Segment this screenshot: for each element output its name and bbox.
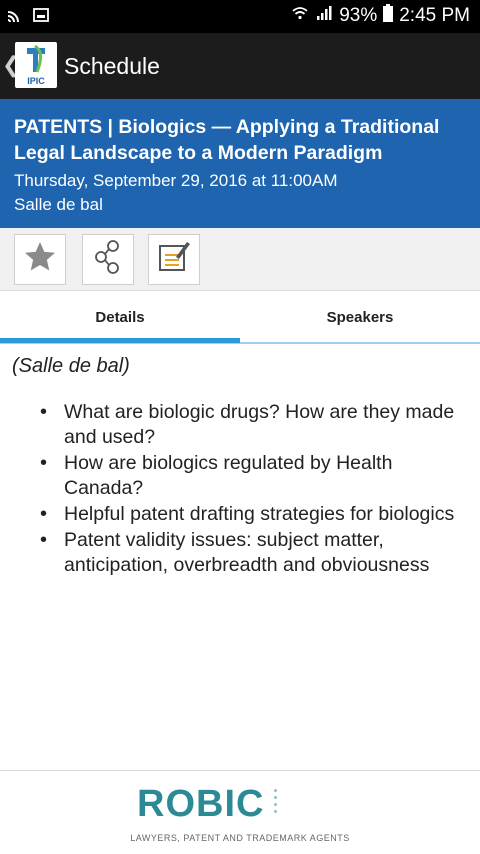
battery-icon <box>383 4 394 28</box>
list-item: • What are biologic drugs? How are they m… <box>40 400 476 450</box>
signal-icon <box>315 4 333 28</box>
favorite-button[interactable] <box>14 234 66 285</box>
tab-details[interactable]: Details <box>0 292 240 342</box>
details-content: (Salle de bal) • What are biologic drugs?… <box>0 344 480 769</box>
sponsor-tagline: LAWYERS, PATENT AND TRADEMARK AGENTS <box>130 833 350 843</box>
list-item-text: How are biologics regulated by Health Ca… <box>64 452 393 499</box>
note-icon <box>156 239 192 280</box>
notes-button[interactable] <box>148 234 200 285</box>
sponsor-logo: ROBIC <box>137 783 265 825</box>
gallery-icon <box>32 6 50 29</box>
tab-details-label: Details <box>95 308 145 326</box>
list-item: • Helpful patent drafting strategies for … <box>40 502 476 527</box>
app-bar: ❮ IPIC Schedule <box>0 33 480 99</box>
sponsor-logo-dots <box>274 789 277 813</box>
topic-list: • What are biologic drugs? How are they m… <box>40 400 476 579</box>
list-item-text: Patent validity issues: subject matter, … <box>64 529 430 576</box>
share-button[interactable] <box>82 234 134 285</box>
list-item: • Patent validity issues: subject matter,… <box>40 528 476 578</box>
app-logo[interactable]: IPIC <box>15 42 57 88</box>
session-date: Thursday, September 29, 2016 at 11:00AM <box>14 171 338 190</box>
battery-percent: 93% <box>339 5 378 26</box>
list-item-text: What are biologic drugs? How are they ma… <box>64 401 455 448</box>
tab-speakers-label: Speakers <box>326 308 394 326</box>
bullet-icon: • <box>40 529 48 551</box>
list-item-text: Helpful patent drafting strategies for b… <box>64 503 455 525</box>
clock: 2:45 PM <box>399 5 470 26</box>
room-note: (Salle de bal) <box>12 355 130 377</box>
action-row <box>0 228 480 291</box>
cast-icon <box>6 6 24 29</box>
app-logo-text: IPIC <box>27 76 45 86</box>
status-left-icons <box>6 6 50 29</box>
tab-active-indicator <box>0 338 240 343</box>
session-header: PATENTS | Biologics — Applying a Traditi… <box>0 99 480 228</box>
sponsor-banner[interactable]: ROBIC LAWYERS, PATENT AND TRADEMARK AGEN… <box>0 770 480 854</box>
status-right-icons: 93% 2:45 PM <box>291 4 470 28</box>
status-bar: 93% 2:45 PM <box>0 0 480 33</box>
page-title: Schedule <box>64 53 160 79</box>
session-title: PATENTS | Biologics — Applying a Traditi… <box>14 116 440 164</box>
tab-speakers[interactable]: Speakers <box>240 292 480 342</box>
star-icon <box>22 239 58 280</box>
tab-bar: Details Speakers <box>0 292 480 344</box>
wifi-icon <box>291 4 309 28</box>
bullet-icon: • <box>40 401 48 423</box>
list-item: • How are biologics regulated by Health C… <box>40 451 476 501</box>
bullet-icon: • <box>40 503 48 525</box>
session-room: Salle de bal <box>14 195 103 214</box>
share-icon <box>90 239 126 280</box>
bullet-icon: • <box>40 452 48 474</box>
